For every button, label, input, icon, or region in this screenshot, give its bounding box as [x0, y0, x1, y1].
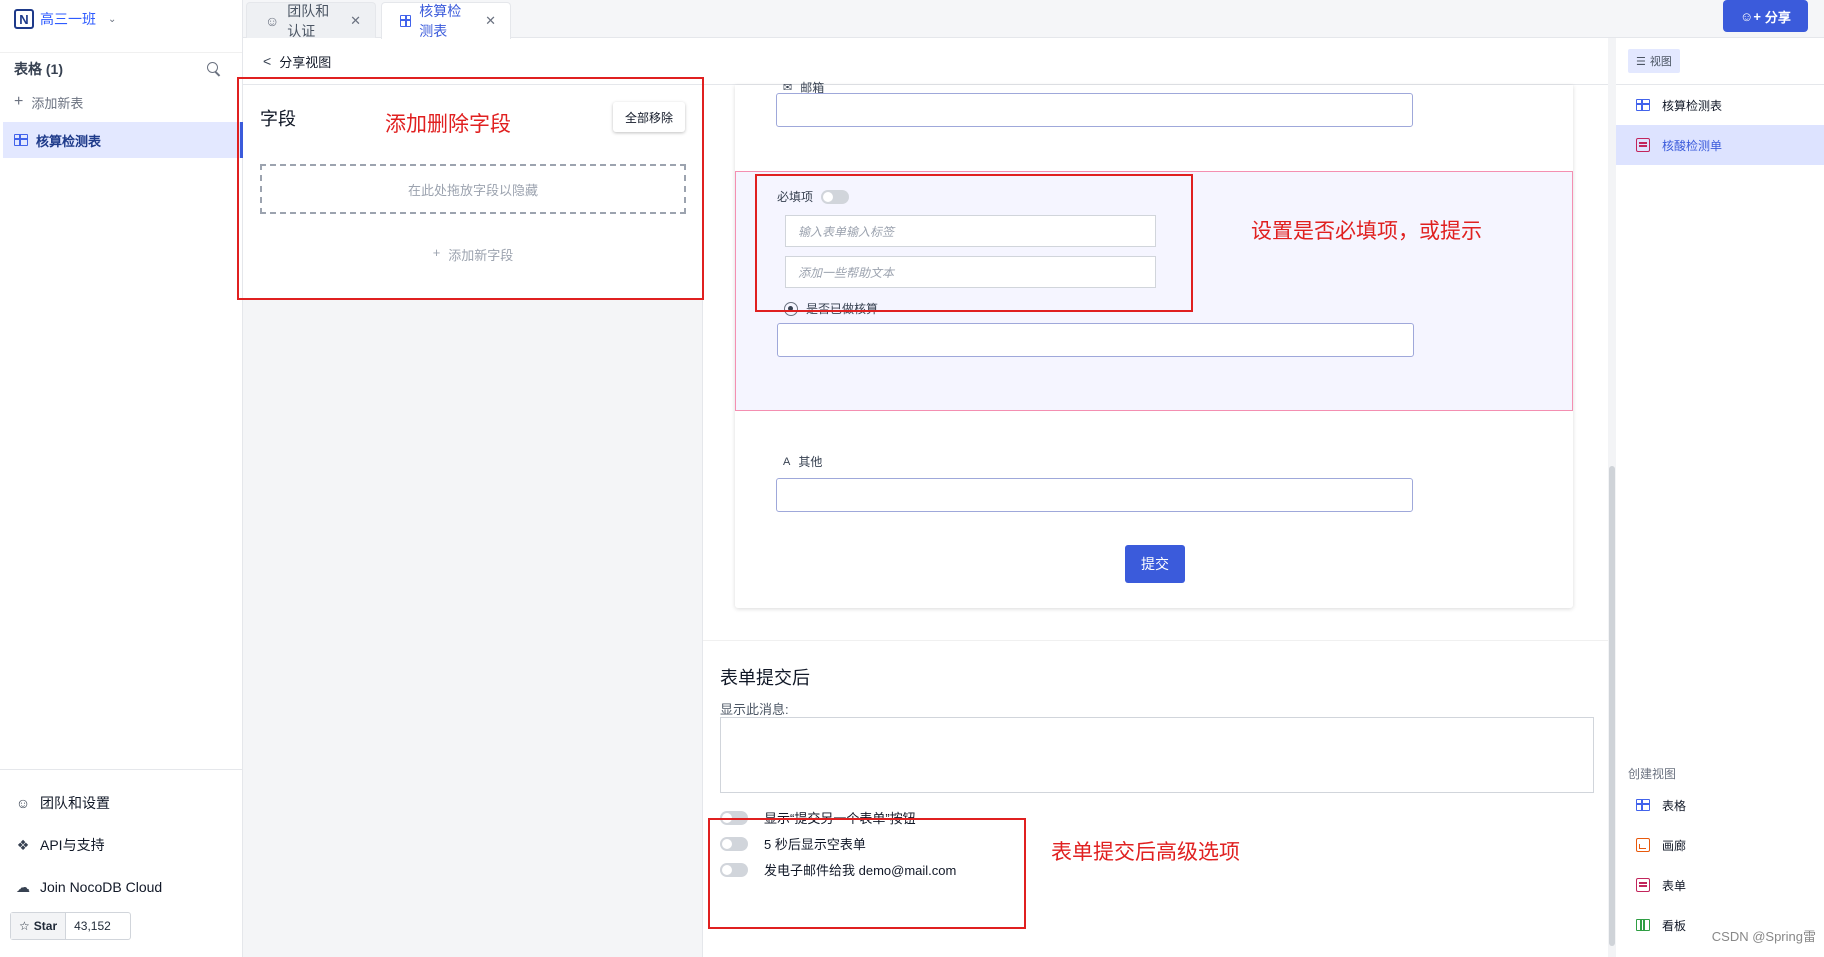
annotation-box-advanced: [708, 818, 1026, 929]
tab-bar: ☺ 团队和认证 ✕ 核算检测表 ✕ ☺+ 分享: [243, 0, 1824, 39]
project-switcher[interactable]: N 高三一班 ⌄: [0, 0, 242, 38]
other-field-label: A 其他: [783, 453, 822, 470]
add-table-button[interactable]: + 添加新表: [0, 84, 242, 120]
star-button[interactable]: ☆ Star: [11, 913, 67, 939]
gallery-icon: [1636, 838, 1650, 852]
team-icon: ☺: [15, 795, 31, 811]
create-view-label: 创建视图: [1628, 767, 1677, 781]
close-icon[interactable]: ✕: [350, 13, 361, 29]
sidebar-bottom: ☺ 团队和设置 ❖ API与支持 ☁ Join NocoDB Cloud ☆ S…: [0, 769, 242, 957]
create-grid-view[interactable]: 表格: [1616, 785, 1824, 825]
plus-icon: +: [14, 93, 24, 110]
views-tag-bar: ☰ 视图: [1616, 38, 1824, 85]
create-option-label: 表格: [1662, 798, 1687, 813]
form-card: ✉ 邮箱 必填项 输入表单输入标签 添加一些帮助文本 是否已做核算 A 其他 提…: [735, 81, 1573, 608]
list-icon: ☰: [1636, 55, 1646, 68]
watermark: CSDN @Spring雷: [1711, 929, 1816, 944]
team-settings-label: 团队和设置: [40, 795, 110, 811]
text-icon: A: [783, 455, 791, 468]
nocodb-cloud-link[interactable]: ☁ Join NocoDB Cloud: [0, 866, 242, 908]
api-icon: ❖: [16, 836, 30, 853]
annotation-box-required: [755, 174, 1193, 312]
tables-header: 表格 (1): [0, 52, 242, 84]
view-label: 核算检测表: [1662, 98, 1723, 113]
nocodb-cloud-label: Join NocoDB Cloud: [40, 879, 163, 895]
after-submit-title: 表单提交后: [720, 668, 810, 688]
grid-icon: [1636, 799, 1650, 811]
checked-input[interactable]: [777, 323, 1414, 357]
sidebar-item-table[interactable]: 核算检测表: [3, 122, 243, 158]
share-icon: <: [263, 53, 272, 69]
share-button[interactable]: ☺+ 分享: [1723, 0, 1808, 32]
field-label-text: 其他: [798, 455, 823, 469]
github-star-widget[interactable]: ☆ Star 43,152: [10, 912, 131, 940]
scrollbar[interactable]: [1608, 38, 1616, 957]
grid-icon: [1636, 99, 1650, 111]
star-count: 43,152: [74, 919, 111, 933]
create-view-list: 表格 画廊 表单 看板: [1616, 785, 1824, 945]
team-icon: ☺: [265, 12, 280, 29]
tab-table[interactable]: 核算检测表 ✕: [381, 2, 511, 39]
sidebar-item-label: 核算检测表: [36, 133, 102, 149]
api-support-label: API与支持: [40, 837, 105, 853]
views-tag: ☰ 视图: [1628, 49, 1680, 73]
annotation-advanced: 表单提交后高级选项: [1051, 841, 1240, 864]
grid-icon: [14, 134, 28, 146]
view-item-form[interactable]: 核酸检测单: [1616, 125, 1824, 165]
email-input[interactable]: [776, 93, 1413, 127]
message-textarea[interactable]: [720, 717, 1594, 793]
api-support-link[interactable]: ❖ API与支持: [0, 824, 242, 866]
create-option-label: 表单: [1662, 878, 1687, 893]
annotation-fields: 添加删除字段: [385, 113, 511, 136]
nocodb-logo-icon: N: [14, 9, 34, 29]
star-icon: ☆: [19, 919, 30, 933]
share-view-button[interactable]: 分享视图: [279, 52, 331, 71]
show-message-label: 显示此消息:: [720, 702, 789, 717]
add-table-label: 添加新表: [31, 95, 84, 111]
left-sidebar: N 高三一班 ⌄ 表格 (1) + 添加新表 核算检测表 ☺ 团队和设置 ❖ A…: [0, 0, 243, 957]
views-panel: ☰ 视图 核算检测表 核酸检测单 创建视图 表格 画廊 表单 看板: [1608, 38, 1824, 957]
other-input[interactable]: [776, 478, 1413, 512]
tables-header-label: 表格 (1): [14, 60, 63, 77]
annotation-required: 设置是否必填项，或提示: [1251, 220, 1482, 243]
create-gallery-view[interactable]: 画廊: [1616, 825, 1824, 865]
tab-label: 团队和认证: [287, 2, 330, 39]
create-option-label: 看板: [1662, 918, 1687, 933]
close-icon[interactable]: ✕: [485, 13, 496, 29]
chevron-down-icon[interactable]: ⌄: [108, 14, 116, 25]
form-icon: [1636, 138, 1650, 152]
tab-team-auth[interactable]: ☺ 团队和认证 ✕: [246, 2, 376, 39]
create-form-view[interactable]: 表单: [1616, 865, 1824, 905]
create-option-label: 画廊: [1662, 838, 1687, 853]
views-tag-label: 视图: [1649, 56, 1672, 68]
tab-label: 核算检测表: [419, 3, 462, 39]
kanban-icon: [1636, 919, 1650, 931]
cloud-icon: ☁: [16, 878, 30, 895]
view-item-grid[interactable]: 核算检测表: [1616, 85, 1824, 125]
form-icon: [1636, 878, 1650, 892]
submit-button[interactable]: 提交: [1125, 545, 1185, 583]
share-label: 分享: [1764, 9, 1791, 25]
project-name[interactable]: 高三一班: [40, 9, 96, 29]
search-icon[interactable]: [206, 61, 222, 77]
grid-icon: [400, 15, 412, 27]
view-label: 核酸检测单: [1662, 138, 1723, 153]
add-user-icon: ☺+: [1740, 8, 1761, 24]
star-label: Star: [33, 919, 58, 933]
team-settings-link[interactable]: ☺ 团队和设置: [0, 782, 242, 824]
